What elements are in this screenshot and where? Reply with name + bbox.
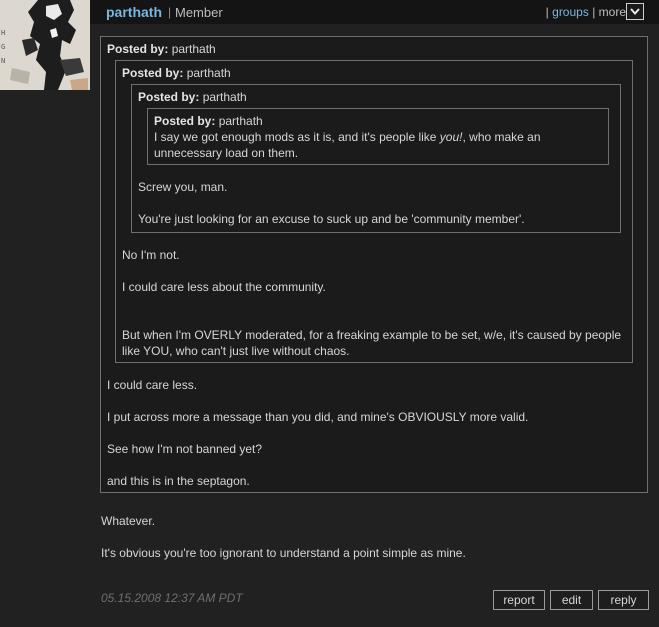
post-body: Whatever. It's obvious you're too ignora… <box>100 513 650 561</box>
post-content: Posted by: parthath Posted by: parthath … <box>100 36 650 561</box>
role-separator: | <box>168 5 172 19</box>
menu-dropdown-button[interactable] <box>626 3 644 20</box>
username-link[interactable]: parthath <box>106 4 162 20</box>
quote-4-text: I say we got enough mods as it is, and i… <box>154 129 603 161</box>
quote-author: parthath <box>202 90 247 104</box>
reply-button[interactable]: reply <box>598 590 649 610</box>
more-separator: | <box>592 5 596 19</box>
more-link[interactable]: more <box>599 5 626 19</box>
posted-by-label: Posted by: <box>107 42 169 56</box>
groups-link[interactable]: groups <box>552 5 589 19</box>
posted-by-label: Posted by: <box>138 90 200 104</box>
header-links: | groups | more <box>546 5 626 19</box>
posted-by-label: Posted by: <box>122 66 184 80</box>
quote-1-paragraph: See how I'm not banned yet? <box>107 442 263 456</box>
quote-3-paragraph: Screw you, man. <box>138 180 228 194</box>
quote-1-paragraph: I could care less. <box>107 378 198 392</box>
quote-level-1: Posted by: parthath Posted by: parthath … <box>100 36 648 493</box>
quote-2-paragraph: I could care less about the community. <box>122 280 326 294</box>
quote-level-4: Posted by: parthath I say we got enough … <box>147 108 609 165</box>
avatar-letters: HGN <box>1 29 6 65</box>
avatar-image <box>0 0 90 90</box>
quote-author: parthath <box>171 42 216 56</box>
quote-4-text-before: I say we got enough mods as it is, and i… <box>154 130 440 144</box>
quote-2-paragraph: But when I'm OVERLY moderated, for a fre… <box>122 328 622 358</box>
quote-level-2: Posted by: parthath Posted by: parthath … <box>115 60 633 363</box>
avatar[interactable]: HGN <box>0 0 90 90</box>
quote-2-attribution: Posted by: parthath <box>122 65 627 81</box>
chevron-down-icon <box>630 8 640 16</box>
quote-3-attribution: Posted by: parthath <box>138 89 615 105</box>
quote-4-attribution: Posted by: parthath <box>154 113 603 129</box>
quote-3-paragraph: You're just looking for an excuse to suc… <box>138 212 525 226</box>
quote-level-3: Posted by: parthath Posted by: parthath … <box>131 84 621 233</box>
quote-author: parthath <box>186 66 231 80</box>
quote-1-paragraph: I put across more a message than you did… <box>107 410 529 424</box>
posted-by-label: Posted by: <box>154 114 216 128</box>
post-body-paragraph: Whatever. <box>101 514 156 528</box>
post-timestamp: 05.15.2008 12:37 AM PDT <box>101 591 243 605</box>
quote-author: parthath <box>218 114 263 128</box>
quote-1-attribution: Posted by: parthath <box>107 41 642 57</box>
links-prefix-separator: | <box>545 5 549 19</box>
quote-2-paragraph: No I'm not. <box>122 248 180 262</box>
quote-4-text-emphasis: you! <box>439 130 463 144</box>
report-button[interactable]: report <box>493 590 545 610</box>
edit-button[interactable]: edit <box>550 590 593 610</box>
member-role: Member <box>175 5 223 20</box>
quote-1-paragraph: and this is in the septagon. <box>107 474 250 488</box>
post-body-paragraph: It's obvious you're too ignorant to unde… <box>101 546 466 560</box>
